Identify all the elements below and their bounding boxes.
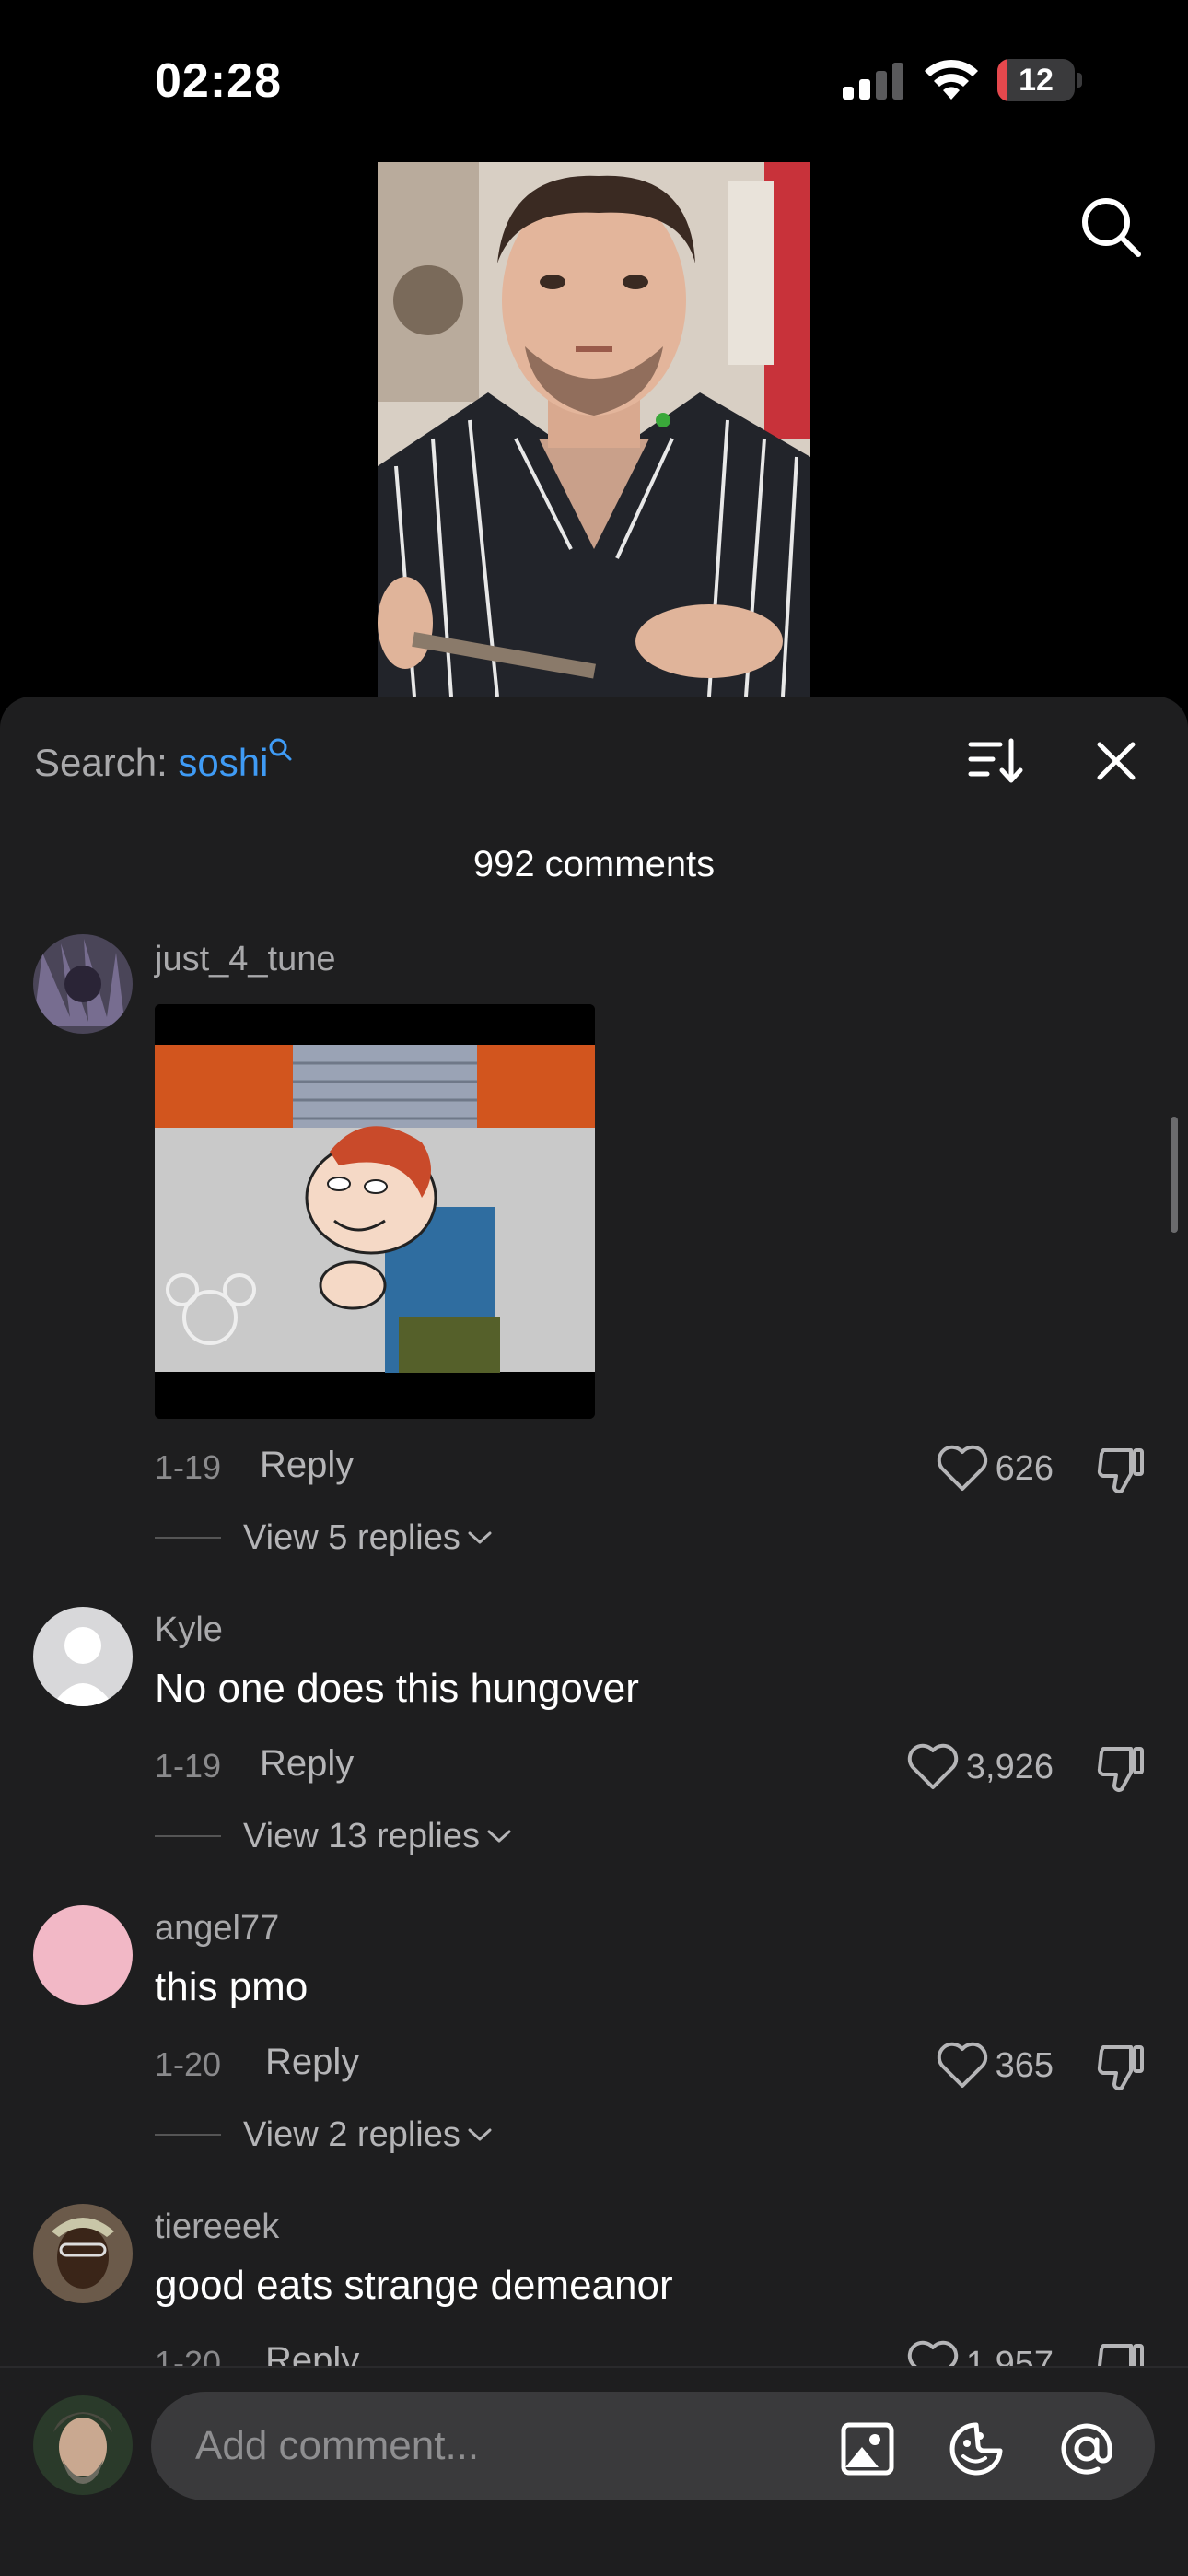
view-replies-button[interactable]: View 5 replies — [155, 1515, 494, 1561]
search-icon[interactable] — [1077, 193, 1144, 260]
heart-icon — [937, 2042, 987, 2088]
reply-button[interactable]: Reply — [260, 1743, 354, 1785]
image-icon[interactable] — [838, 2419, 897, 2478]
comment-input-container — [151, 2392, 1155, 2500]
heart-icon — [937, 1445, 987, 1491]
view-replies-label: View 13 replies — [243, 1816, 481, 1856]
like-count: 626 — [995, 1448, 1054, 1488]
comment-input[interactable] — [195, 2392, 840, 2500]
reply-button[interactable]: Reply — [260, 1445, 354, 1486]
comment-date: 1-19 — [155, 1747, 222, 1785]
dislike-icon[interactable] — [1094, 1443, 1147, 1496]
comment-date: 1-20 — [155, 2045, 222, 2083]
comments-list: just_4_tune 1-19 Reply 626 View 5 replie… — [0, 697, 1188, 2389]
comment-date: 1-19 — [155, 1448, 222, 1486]
chevron-down-icon — [487, 1830, 511, 1843]
comment-username[interactable]: Kyle — [155, 1610, 223, 1650]
dislike-icon[interactable] — [1094, 1741, 1147, 1795]
comment-text: this pmo — [155, 1964, 309, 2009]
view-replies-button[interactable]: View 13 replies — [155, 1813, 513, 1859]
emoji-icon[interactable] — [947, 2419, 1006, 2478]
dislike-icon[interactable] — [1094, 2040, 1147, 2093]
avatar[interactable] — [33, 2204, 133, 2303]
like-count: 3,926 — [965, 1747, 1054, 1786]
comment-username[interactable]: just_4_tune — [155, 940, 336, 979]
video-frame — [378, 162, 810, 697]
chevron-down-icon — [468, 1531, 492, 1544]
like-button[interactable]: 3,926 — [884, 1739, 1054, 1795]
scrollbar[interactable] — [1171, 1117, 1178, 1233]
comment-username[interactable]: tiereeek — [155, 2207, 279, 2247]
chevron-down-icon — [468, 2128, 492, 2141]
avatar[interactable] — [33, 934, 133, 1034]
my-avatar[interactable] — [33, 2395, 133, 2495]
status-time: 02:28 — [155, 54, 282, 108]
signal-icon — [843, 63, 903, 100]
avatar[interactable] — [33, 1905, 133, 2005]
heart-icon — [907, 1743, 959, 1789]
view-replies-label: View 5 replies — [243, 1517, 460, 1557]
comment-composer — [0, 2366, 1188, 2576]
like-button[interactable]: 365 — [921, 2038, 1054, 2093]
wifi-icon — [925, 59, 978, 100]
battery-icon: 12 — [997, 59, 1082, 101]
like-count: 365 — [995, 2045, 1054, 2085]
comment-text: good eats strange demeanor — [155, 2263, 673, 2308]
comment-text: No one does this hungover — [155, 1666, 639, 1711]
battery-level: 12 — [1019, 63, 1054, 98]
status-bar: 02:28 12 — [0, 0, 1188, 157]
video-preview[interactable] — [378, 162, 810, 697]
reply-button[interactable]: Reply — [265, 2042, 359, 2083]
mention-icon[interactable] — [1057, 2419, 1116, 2478]
comment-username[interactable]: angel77 — [155, 1909, 279, 1949]
like-button[interactable]: 626 — [921, 1441, 1054, 1496]
view-replies-label: View 2 replies — [243, 2114, 460, 2154]
view-replies-button[interactable]: View 2 replies — [155, 2112, 494, 2158]
comment-gif[interactable] — [155, 1004, 595, 1419]
avatar[interactable] — [33, 1607, 133, 1706]
comments-sheet: Search: soshi 992 comments just_4_tune 1… — [0, 697, 1188, 2576]
